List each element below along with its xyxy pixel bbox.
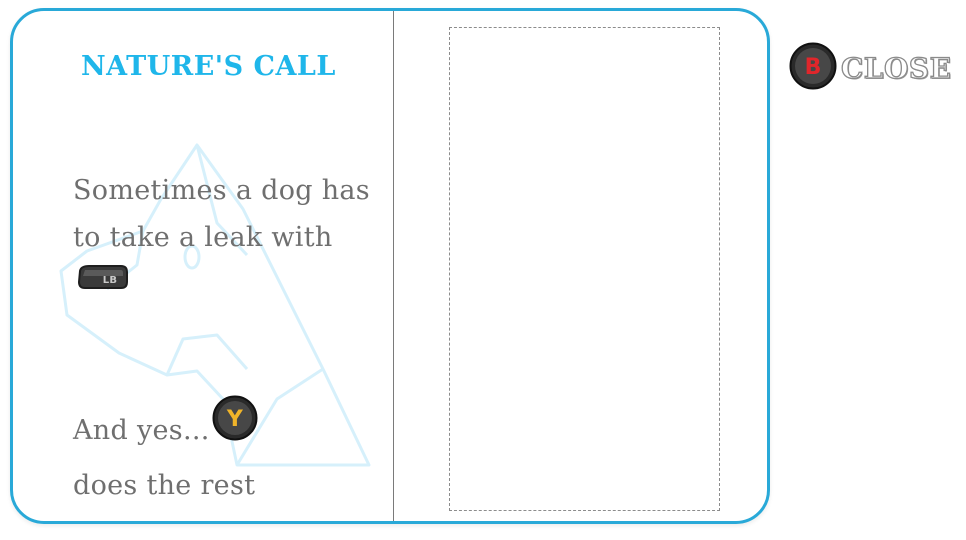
- y-button-label: Y: [225, 407, 243, 432]
- tip-rest: And yes... Y does the rest: [73, 395, 373, 509]
- lb-button-icon: LB: [77, 258, 129, 305]
- y-button-icon: Y: [212, 395, 258, 456]
- close-label: CLOSE: [840, 51, 952, 85]
- tutorial-title: NATURE'S CALL: [81, 51, 336, 82]
- page-divider: [393, 11, 394, 521]
- b-button-label: B: [805, 55, 822, 80]
- lb-button-label: LB: [103, 275, 118, 286]
- tip-rest-end: does the rest: [73, 470, 256, 501]
- tip-rest-start: And yes...: [73, 415, 210, 446]
- tip-leak-text: Sometimes a dog has to take a leak with: [73, 175, 370, 253]
- tip-leak: Sometimes a dog has to take a leak with …: [73, 167, 373, 309]
- image-placeholder: [449, 27, 720, 511]
- b-button-icon: B: [789, 42, 837, 94]
- close-button[interactable]: B CLOSE: [789, 42, 952, 94]
- tutorial-card: NATURE'S CALL Sometimes a dog has to tak…: [10, 8, 770, 524]
